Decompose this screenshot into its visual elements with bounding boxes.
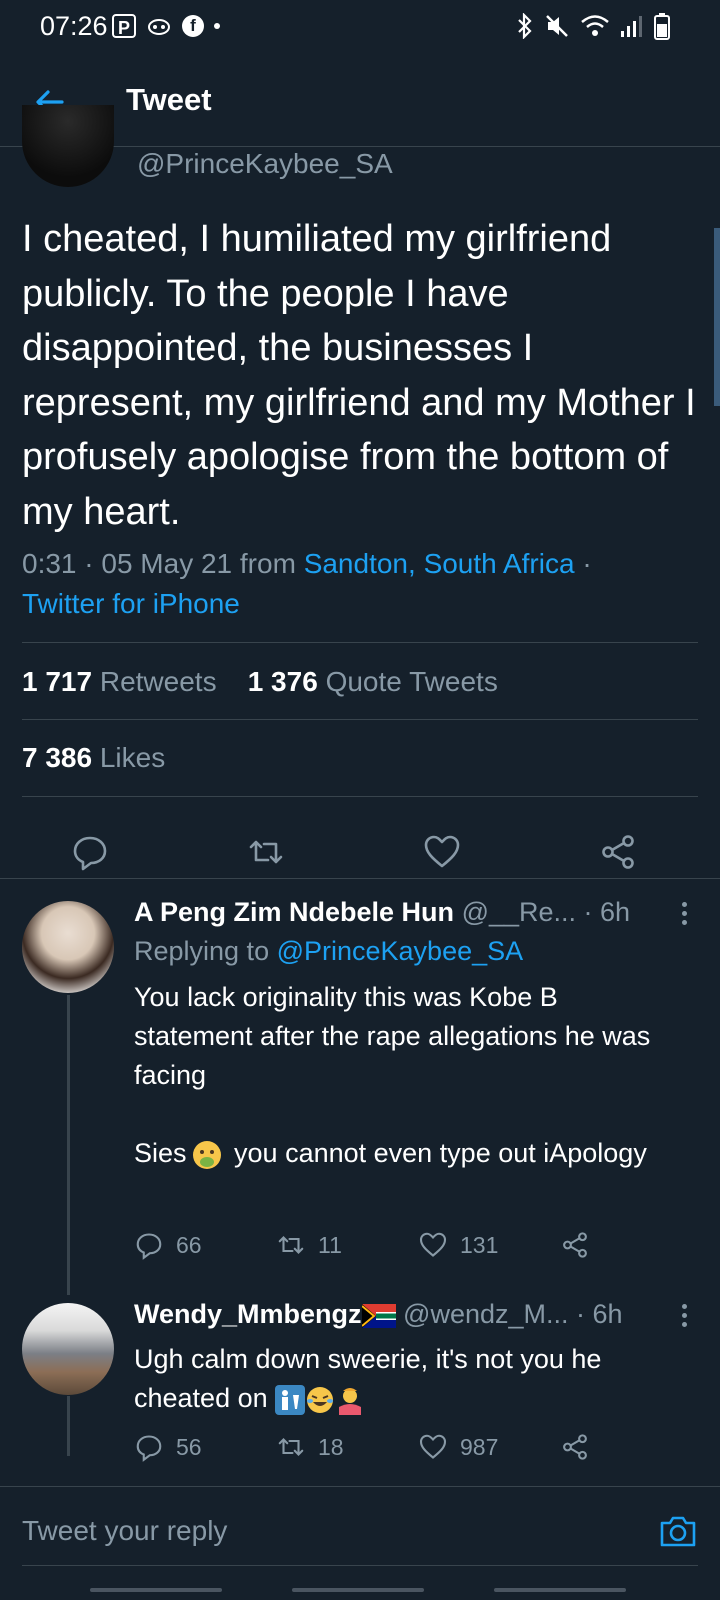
- like-heart-icon: [419, 1232, 447, 1257]
- meta-separator: ·: [574, 548, 592, 579]
- author-avatar[interactable]: [22, 105, 114, 187]
- reply-text-part-2: you cannot even type out iApology: [226, 1138, 647, 1168]
- nav-gesture-bar[interactable]: [494, 1588, 626, 1592]
- reply-icon[interactable]: [70, 832, 110, 872]
- person-shrugging-emoji: [339, 1387, 362, 1415]
- likes-row: 7 386 Likes: [22, 742, 165, 774]
- reply-action-retweet[interactable]: 18: [276, 1432, 344, 1462]
- thread-line: [67, 1396, 70, 1456]
- replying-to-link[interactable]: @PrinceKaybee_SA: [277, 936, 524, 966]
- like-heart-icon: [419, 1434, 447, 1459]
- reply-action-share[interactable]: [560, 1432, 590, 1462]
- retweets-label: Retweets: [99, 666, 217, 697]
- divider: [22, 1565, 698, 1566]
- tweet-text: I cheated, I humiliated my girlfriend pu…: [22, 218, 696, 533]
- mute-icon: [546, 15, 568, 37]
- bluetooth-icon: [518, 13, 532, 39]
- likes-count: 7 386: [22, 742, 93, 773]
- reply-time: · 6h: [583, 897, 631, 927]
- nauseated-face-emoji: [192, 1140, 221, 1169]
- thread-line: [67, 995, 70, 1295]
- author-handle[interactable]: @PrinceKaybee_SA: [137, 148, 393, 180]
- reply-input[interactable]: Tweet your reply: [22, 1515, 227, 1547]
- divider: [22, 796, 698, 797]
- share-icon: [563, 1232, 587, 1258]
- reply-action-retweet[interactable]: 11: [276, 1230, 342, 1260]
- status-bar: 07:26 P f: [0, 0, 720, 52]
- client-link[interactable]: Twitter for iPhone: [22, 588, 240, 619]
- reply-author-name[interactable]: A Peng Zim Ndebele Hun: [134, 897, 454, 927]
- page-title: Tweet: [126, 82, 212, 117]
- replying-to-line: Replying to @PrinceKaybee_SA: [134, 936, 523, 967]
- reply-avatar[interactable]: [22, 901, 114, 993]
- reply-count: 56: [176, 1433, 202, 1460]
- reply-action-reply[interactable]: 56: [134, 1432, 202, 1462]
- wifi-icon: [581, 15, 609, 36]
- reply-author-handle[interactable]: @__Re...: [462, 897, 576, 927]
- reply-text: Ugh calm down sweerie, it's not you he c…: [134, 1340, 674, 1418]
- tweet-actions: [0, 812, 720, 892]
- like-heart-icon[interactable]: [422, 832, 462, 872]
- reply-avatar[interactable]: [22, 1303, 114, 1395]
- tweet-meta: 0:31 · 05 May 21 from Sandton, South Afr…: [22, 544, 702, 624]
- stats-row: 1 717 Retweets 1 376 Quote Tweets: [22, 666, 498, 698]
- quote-tweets-stat[interactable]: 1 376 Quote Tweets: [248, 666, 498, 697]
- status-time: 07:26: [40, 11, 108, 41]
- replying-prefix: Replying to: [134, 936, 277, 966]
- reply-action-like[interactable]: 987: [418, 1432, 498, 1462]
- scrollbar[interactable]: [714, 228, 720, 406]
- more-options-icon[interactable]: [682, 1304, 688, 1331]
- reply-icon: [136, 1435, 162, 1462]
- like-count: 987: [460, 1433, 499, 1460]
- reply-action-share[interactable]: [560, 1230, 590, 1260]
- reply-time: · 6h: [576, 1299, 623, 1329]
- likes-label: Likes: [99, 742, 166, 773]
- reply-action-reply[interactable]: 66: [134, 1230, 202, 1260]
- quotes-label: Quote Tweets: [325, 666, 498, 697]
- reply-header: A Peng Zim Ndebele Hun @__Re... · 6h: [134, 897, 630, 928]
- likes-stat[interactable]: 7 386 Likes: [22, 742, 165, 773]
- dot-icon: [214, 23, 220, 29]
- share-icon: [563, 1434, 587, 1460]
- reply-text: You lack originality this was Kobe B sta…: [134, 978, 674, 1173]
- retweet-icon: [278, 1438, 304, 1456]
- reply-icon: [136, 1233, 162, 1260]
- reply-action-like[interactable]: 131: [418, 1230, 498, 1260]
- mentions-icon: [148, 19, 170, 35]
- reply-composer: Tweet your reply: [0, 1486, 720, 1583]
- more-options-icon[interactable]: [682, 902, 688, 929]
- retweets-count: 1 717: [22, 666, 93, 697]
- like-count: 131: [460, 1231, 499, 1258]
- retweet-icon[interactable]: [246, 832, 286, 872]
- divider: [0, 878, 720, 879]
- reply-count: 66: [176, 1231, 202, 1258]
- reply-author-name[interactable]: Wendy_Mmbengz: [134, 1299, 362, 1329]
- joy-emoji: [307, 1386, 334, 1413]
- tweet-timestamp: 0:31 · 05 May 21 from: [22, 548, 304, 579]
- divider: [22, 642, 698, 643]
- south-africa-flag-emoji: [361, 1303, 396, 1328]
- nav-gesture-bar[interactable]: [292, 1588, 424, 1592]
- retweet-count: 11: [318, 1231, 342, 1258]
- retweet-count: 18: [318, 1433, 344, 1460]
- quotes-count: 1 376: [247, 666, 318, 697]
- retweets-stat[interactable]: 1 717 Retweets: [22, 666, 217, 697]
- camera-icon[interactable]: [658, 1511, 698, 1551]
- restroom-emoji: [275, 1384, 306, 1415]
- share-icon[interactable]: [598, 832, 638, 872]
- nav-gesture-bar[interactable]: [90, 1588, 222, 1592]
- reply-author-handle[interactable]: @wendz_M...: [403, 1299, 568, 1329]
- signal-icon: [621, 16, 642, 37]
- location-link[interactable]: Sandton, South Africa: [304, 548, 575, 579]
- p-badge-icon: P: [112, 14, 136, 38]
- facebook-icon: f: [182, 15, 204, 37]
- retweet-icon: [278, 1236, 304, 1254]
- battery-icon: [654, 13, 670, 40]
- divider: [22, 719, 698, 720]
- reply-text-part-1: Ugh calm down sweerie, it's not you he c…: [134, 1344, 602, 1413]
- reply-header: Wendy_Mmbengz @wendz_M... · 6h: [134, 1299, 623, 1330]
